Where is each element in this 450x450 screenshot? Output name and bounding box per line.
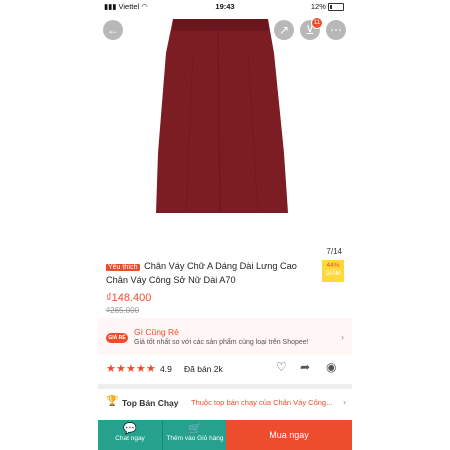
battery-percent: 12% [310,2,326,11]
cart-count-badge: 11 [311,17,323,29]
add-cart-label: Thêm vào Giỏ hàng [166,435,224,442]
share-icon: ↗ [278,23,290,37]
rating-row[interactable]: ★ ★ ★ ★ ★ 4.9 Đã bán 2k ♡ ➦ ◉ [98,358,352,382]
trophy-icon: 🏆 [106,396,119,407]
star-icon: ★ [136,363,146,375]
battery-icon [328,3,344,12]
back-button[interactable]: ← [103,20,123,40]
top-seller-desc: Thuộc top bán chạy của Chân Váy Công... [191,398,333,407]
chevron-right-icon: › [341,332,344,342]
rating-score: 4.9 [160,364,172,374]
image-counter: 7/14 [326,247,342,256]
promo-title: Gì Cũng Rẻ [134,327,179,337]
star-icon: ★ [106,363,116,375]
product-price: ₫148.400 [106,292,152,304]
promo-tag: GIÁ RẺ [106,333,128,343]
original-price: ₫265.000 [106,306,140,315]
discount-label: GIẢM [325,271,341,277]
bottom-action-bar: 💬 Chat ngay 🛒 Thêm vào Giỏ hàng Mua ngay [98,420,352,450]
discount-badge: 44% GIẢM [322,260,344,282]
more-icon: ⋯ [330,23,342,37]
product-title-block: Yêu thích Chân Váy Chữ A Dáng Dài Lưng C… [106,260,316,286]
back-arrow-icon: ← [107,23,119,37]
status-bar: ▮▮▮ Viettel ◠ 19:43 12% [98,0,352,13]
star-icon: ★ [116,363,126,375]
add-to-cart-button[interactable]: 🛒 Thêm vào Giỏ hàng [162,420,227,450]
share-icon[interactable]: ➦ [300,360,310,374]
chevron-right-icon: › [343,397,346,407]
star-icon: ★ [126,363,136,375]
messenger-icon[interactable]: ◉ [326,360,336,374]
top-seller-row[interactable]: 🏆 Top Bán Chạy Thuộc top bán chạy của Ch… [98,389,352,419]
buy-now-button[interactable]: Mua ngay [226,420,352,450]
product-image [156,19,288,214]
product-screen: ▮▮▮ Viettel ◠ 19:43 12% ← ↗ ⊻ 11 ⋯ 7/14 … [98,0,352,450]
chat-label: Chat ngay [115,435,145,442]
chat-icon: 💬 [123,423,137,435]
share-button[interactable]: ↗ [274,20,294,40]
discount-percent: 44% [326,262,340,269]
sold-count: Đã bán 2k [184,364,223,374]
promo-banner[interactable]: GIÁ RẺ Gì Cũng Rẻ Giá tốt nhất so với cá… [98,318,352,355]
promo-subtitle: Giá tốt nhất so với các sản phẩm cùng lo… [134,339,309,346]
chat-button[interactable]: 💬 Chat ngay [98,420,162,450]
star-icon: ★ [146,363,156,375]
top-seller-label: Top Bán Chạy [122,398,179,408]
heart-icon[interactable]: ♡ [276,360,287,374]
product-image-gallery[interactable]: ← ↗ ⊻ 11 ⋯ 7/14 [98,13,352,256]
favorite-badge: Yêu thích [106,264,140,271]
add-cart-icon: 🛒 [188,423,202,435]
more-button[interactable]: ⋯ [326,20,346,40]
